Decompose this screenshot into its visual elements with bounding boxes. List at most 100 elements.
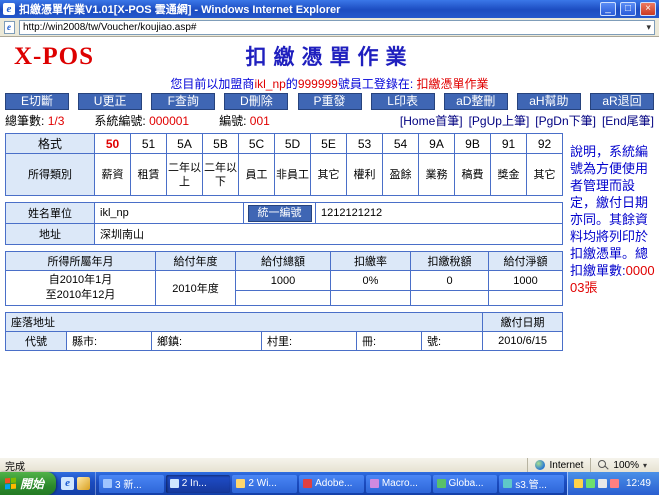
- format-option-51[interactable]: 51: [131, 134, 167, 154]
- income-category-label: 所得類別: [6, 154, 95, 196]
- empty-cell: [489, 291, 563, 306]
- login-prefix: 您目前以加盟商: [170, 77, 254, 91]
- address-dropdown-icon[interactable]: [646, 22, 651, 33]
- rate-input[interactable]: 0%: [331, 271, 411, 291]
- form-main: 格式 50 51 5A 5B 5C 5D 5E 53 54 9A 9B 91 9…: [5, 133, 562, 357]
- ie-app-icon: [170, 479, 179, 488]
- category-cell: 二年以下: [203, 154, 239, 196]
- name-input[interactable]: ikl_np: [95, 203, 244, 224]
- status-text: 完成: [5, 458, 527, 473]
- net-input[interactable]: 1000: [489, 271, 563, 291]
- close-button[interactable]: ×: [640, 2, 656, 16]
- adobe-icon: [303, 479, 312, 488]
- nav-first-record[interactable]: [Home首筆]: [400, 112, 463, 129]
- taskbar-item-s3[interactable]: s3.管...: [499, 475, 564, 493]
- category-cell: 業務: [419, 154, 455, 196]
- batch-delete-button[interactable]: aD整刪: [444, 93, 508, 110]
- start-label: 開始: [20, 475, 44, 492]
- nav-prev-record[interactable]: [PgUp上筆]: [469, 112, 530, 129]
- zoom-control[interactable]: 100%: [590, 458, 654, 472]
- quick-launch-desktop-icon[interactable]: [77, 477, 90, 490]
- note-text: 說明，系統編號為方便使用者管理而設定，繳付日期亦同。其餘資料均將列印於扣繳憑單。…: [570, 144, 648, 278]
- pay-year-input[interactable]: 2010年度: [156, 271, 236, 306]
- category-cell: 其它: [527, 154, 563, 196]
- record-count: 總筆數: 1/3: [5, 112, 64, 129]
- disconnect-button[interactable]: E切斷: [5, 93, 69, 110]
- xpos-logo: X-POS: [14, 43, 94, 71]
- login-employee: 999999: [298, 77, 338, 91]
- county-input[interactable]: 縣市:: [67, 332, 152, 351]
- resend-button[interactable]: P重發: [298, 93, 362, 110]
- app-icon: [503, 479, 512, 488]
- format-option-5a[interactable]: 5A: [167, 134, 203, 154]
- village-input[interactable]: 村里:: [262, 332, 357, 351]
- login-suffix: 號員工登錄在:: [338, 77, 413, 91]
- book-input[interactable]: 冊:: [357, 332, 422, 351]
- update-button[interactable]: U更正: [78, 93, 142, 110]
- taskbar-item-0[interactable]: 3 新...: [99, 475, 164, 493]
- format-option-53[interactable]: 53: [347, 134, 383, 154]
- format-option-9a[interactable]: 9A: [419, 134, 455, 154]
- delete-button[interactable]: D刪除: [224, 93, 288, 110]
- format-option-5d[interactable]: 5D: [275, 134, 311, 154]
- format-option-9b[interactable]: 9B: [455, 134, 491, 154]
- uniform-number-button-cell: 統一編號: [244, 203, 316, 224]
- start-button[interactable]: 開始: [0, 472, 56, 495]
- maximize-button[interactable]: □: [620, 2, 636, 16]
- category-cell: 二年以上: [167, 154, 203, 196]
- taskbar-item-ie-group[interactable]: 2 In...: [166, 475, 231, 493]
- period-input[interactable]: 自2010年1月 至2010年12月: [6, 271, 156, 306]
- app-icon: [370, 479, 379, 488]
- print-button[interactable]: L印表: [371, 93, 435, 110]
- ie-window: 扣繳憑單作業V1.01[X-POS 雲通網] - Windows Interne…: [0, 0, 659, 495]
- town-input[interactable]: 鄉鎮:: [152, 332, 262, 351]
- title-bar: 扣繳憑單作業V1.01[X-POS 雲通網] - Windows Interne…: [0, 0, 659, 18]
- windows-logo-icon: [5, 478, 16, 490]
- taskbar-item-adobe[interactable]: Adobe...: [299, 475, 364, 493]
- return-button[interactable]: aR退回: [590, 93, 654, 110]
- number-input[interactable]: 號:: [422, 332, 483, 351]
- taskbar-item-globa[interactable]: Globa...: [433, 475, 498, 493]
- uniform-number-button[interactable]: 統一編號: [248, 205, 312, 222]
- category-cell: 稿費: [455, 154, 491, 196]
- quick-launch-ie-icon[interactable]: [61, 477, 74, 490]
- toolbar: E切斷 U更正 F查詢 D刪除 P重發 L印表 aD整刪 aH幫助 aR退回: [0, 91, 659, 112]
- magnifier-icon: [598, 460, 609, 471]
- gross-header: 給付總額: [236, 252, 331, 271]
- task-label: 3 新...: [115, 476, 142, 491]
- pay-date-label: 繳付日期: [483, 313, 563, 332]
- format-option-5b[interactable]: 5B: [203, 134, 239, 154]
- record-number-value: 001: [250, 114, 270, 128]
- nav-last-record[interactable]: [End尾筆]: [602, 112, 654, 129]
- period-header: 所得所屬年月: [6, 252, 156, 271]
- minimize-button[interactable]: _: [600, 2, 616, 16]
- tray-icon[interactable]: [610, 479, 619, 488]
- uniform-number-input[interactable]: 1212121212: [316, 203, 563, 224]
- tray-icon[interactable]: [574, 479, 583, 488]
- address-input-field[interactable]: 深圳南山: [95, 224, 563, 245]
- quick-launch: [56, 472, 96, 495]
- task-label: Adobe...: [315, 478, 352, 489]
- gross-input[interactable]: 1000: [236, 271, 331, 291]
- nav-next-record[interactable]: [PgDn下筆]: [535, 112, 596, 129]
- tax-input[interactable]: 0: [411, 271, 489, 291]
- taskbar-item-explorer-group[interactable]: 2 Wi...: [232, 475, 297, 493]
- format-option-5e[interactable]: 5E: [311, 134, 347, 154]
- format-option-92[interactable]: 92: [527, 134, 563, 154]
- taskbar-item-macro[interactable]: Macro...: [366, 475, 431, 493]
- pay-date-value[interactable]: 2010/6/15: [483, 332, 563, 351]
- zoom-dropdown-icon[interactable]: [643, 461, 647, 470]
- category-cell: 盈餘: [383, 154, 419, 196]
- format-option-5c[interactable]: 5C: [239, 134, 275, 154]
- record-count-label: 總筆數:: [5, 114, 44, 128]
- tray-icon[interactable]: [598, 479, 607, 488]
- tray-icon[interactable]: [586, 479, 595, 488]
- format-option-50[interactable]: 50: [95, 134, 131, 154]
- help-button[interactable]: aH幫助: [517, 93, 581, 110]
- format-option-54[interactable]: 54: [383, 134, 419, 154]
- address-input[interactable]: http://win2008/tw/Voucher/koujiao.asp#: [19, 20, 655, 35]
- query-button[interactable]: F查詢: [151, 93, 215, 110]
- format-label: 格式: [6, 134, 95, 154]
- format-option-91[interactable]: 91: [491, 134, 527, 154]
- system-number-value: 000001: [149, 114, 189, 128]
